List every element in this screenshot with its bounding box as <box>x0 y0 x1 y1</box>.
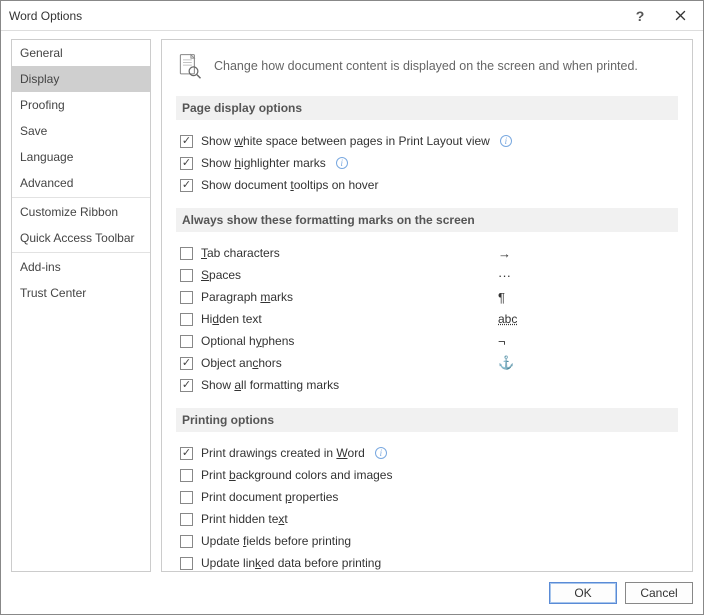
option-label[interactable]: Print drawings created in Word <box>201 446 365 460</box>
sidebar-item-general[interactable]: General <box>12 40 150 66</box>
sidebar-item-proofing[interactable]: Proofing <box>12 92 150 118</box>
section-page-display: Page display options <box>176 96 678 120</box>
checkbox[interactable] <box>180 269 193 282</box>
checkbox[interactable] <box>180 335 193 348</box>
sidebar-item-add-ins[interactable]: Add-ins <box>12 254 150 280</box>
sidebar-item-advanced[interactable]: Advanced <box>12 170 150 196</box>
close-button[interactable] <box>658 1 703 30</box>
format-symbol: ⚓ <box>498 355 678 371</box>
sidebar-separator <box>12 197 150 198</box>
sidebar-item-quick-access-toolbar[interactable]: Quick Access Toolbar <box>12 225 150 251</box>
option-row: Hidden text abc <box>180 308 678 330</box>
option-label[interactable]: Show all formatting marks <box>201 378 339 392</box>
option-row: Object anchors ⚓ <box>180 352 678 374</box>
option-row: Show document tooltips on hover <box>180 174 678 196</box>
format-symbol: abc <box>498 312 678 326</box>
ok-button[interactable]: OK <box>549 582 617 604</box>
option-label[interactable]: Update fields before printing <box>201 534 351 548</box>
option-row: Print document properties <box>180 486 678 508</box>
format-symbol: → <box>498 246 678 261</box>
option-row: Update linked data before printing <box>180 552 678 572</box>
option-label[interactable]: Show highlighter marks <box>201 156 326 170</box>
checkbox[interactable] <box>180 247 193 260</box>
window-title: Word Options <box>9 9 622 23</box>
option-row: Tab characters → <box>180 242 678 264</box>
page-display-options: Show white space between pages in Print … <box>180 130 678 196</box>
cancel-button[interactable]: Cancel <box>625 582 693 604</box>
sidebar-item-customize-ribbon[interactable]: Customize Ribbon <box>12 199 150 225</box>
option-label[interactable]: Print document properties <box>201 490 338 504</box>
section-printing: Printing options <box>176 408 678 432</box>
format-symbol: ¬ <box>498 334 678 349</box>
option-label[interactable]: Show white space between pages in Print … <box>201 134 490 148</box>
checkbox[interactable] <box>180 469 193 482</box>
option-row: Show all formatting marks <box>180 374 678 396</box>
option-row: Spaces ··· <box>180 264 678 286</box>
section-formatting-marks: Always show these formatting marks on th… <box>176 208 678 232</box>
help-button[interactable]: ? <box>622 1 658 30</box>
titlebar: Word Options ? <box>1 1 703 31</box>
checkbox[interactable] <box>180 513 193 526</box>
option-row: Show highlighter marks i <box>180 152 678 174</box>
formatting-marks-options: Tab characters → Spaces ··· Paragraph marks ¶… <box>180 242 678 396</box>
option-label[interactable]: Tab characters <box>201 246 331 260</box>
checkbox[interactable] <box>180 313 193 326</box>
checkbox[interactable] <box>180 535 193 548</box>
checkbox[interactable] <box>180 447 193 460</box>
option-row: Paragraph marks ¶ <box>180 286 678 308</box>
option-row: Optional hyphens ¬ <box>180 330 678 352</box>
sidebar-item-language[interactable]: Language <box>12 144 150 170</box>
option-label[interactable]: Spaces <box>201 268 331 282</box>
option-row: Print background colors and images <box>180 464 678 486</box>
format-symbol: ¶ <box>498 290 678 305</box>
page-magnifier-icon <box>176 52 204 80</box>
checkbox[interactable] <box>180 491 193 504</box>
word-options-dialog: Word Options ? GeneralDisplayProofingSav… <box>0 0 704 615</box>
printing-options: Print drawings created in Word i Print bac… <box>180 442 678 572</box>
sidebar-separator <box>12 252 150 253</box>
checkbox[interactable] <box>180 357 193 370</box>
checkbox[interactable] <box>180 179 193 192</box>
option-label[interactable]: Update linked data before printing <box>201 556 381 570</box>
category-sidebar: GeneralDisplayProofingSaveLanguageAdvanc… <box>11 39 151 572</box>
format-symbol: ··· <box>498 268 678 283</box>
checkbox[interactable] <box>180 557 193 570</box>
checkbox[interactable] <box>180 291 193 304</box>
checkbox[interactable] <box>180 157 193 170</box>
option-row: Show white space between pages in Print … <box>180 130 678 152</box>
option-label[interactable]: Print background colors and images <box>201 468 392 482</box>
options-content: Change how document content is displayed… <box>161 39 693 572</box>
close-icon <box>675 10 686 21</box>
sidebar-item-display[interactable]: Display <box>12 66 150 92</box>
checkbox[interactable] <box>180 379 193 392</box>
option-label[interactable]: Paragraph marks <box>201 290 331 304</box>
dialog-footer: OK Cancel <box>1 572 703 614</box>
info-icon[interactable]: i <box>375 447 387 459</box>
sidebar-item-save[interactable]: Save <box>12 118 150 144</box>
option-row: Update fields before printing <box>180 530 678 552</box>
sidebar-item-trust-center[interactable]: Trust Center <box>12 280 150 306</box>
intro-text: Change how document content is displayed… <box>214 59 638 73</box>
info-icon[interactable]: i <box>336 157 348 169</box>
option-label[interactable]: Hidden text <box>201 312 331 326</box>
option-row: Print drawings created in Word i <box>180 442 678 464</box>
option-label[interactable]: Show document tooltips on hover <box>201 178 378 192</box>
checkbox[interactable] <box>180 135 193 148</box>
option-label[interactable]: Print hidden text <box>201 512 288 526</box>
info-icon[interactable]: i <box>500 135 512 147</box>
option-label[interactable]: Optional hyphens <box>201 334 331 348</box>
option-row: Print hidden text <box>180 508 678 530</box>
intro-row: Change how document content is displayed… <box>176 52 678 80</box>
option-label[interactable]: Object anchors <box>201 356 331 370</box>
